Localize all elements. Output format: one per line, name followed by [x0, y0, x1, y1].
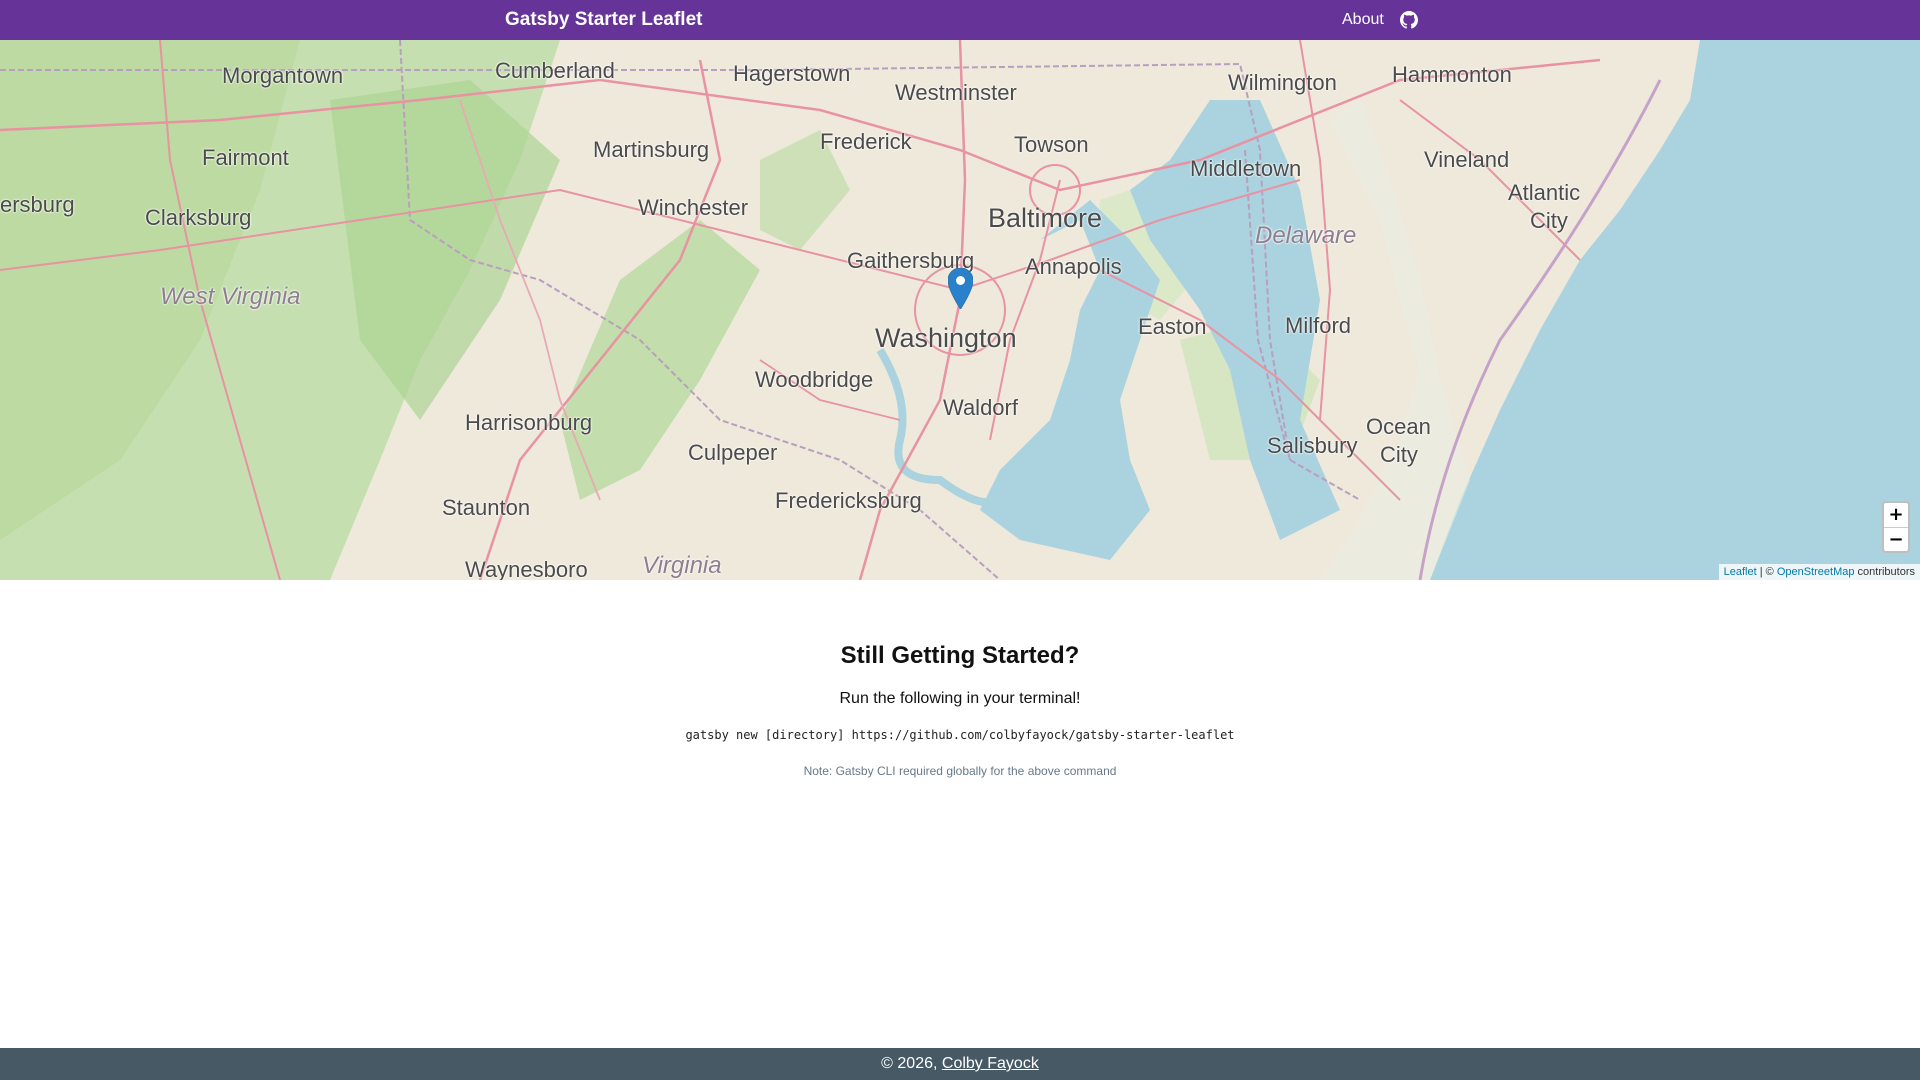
map-label: Harrisonburg [465, 410, 593, 435]
map-label: Waynesboro [465, 557, 588, 580]
map-label: Middletown [1190, 156, 1302, 181]
attribution-separator: | © [1756, 566, 1777, 578]
map-label: Vineland [1424, 147, 1510, 172]
attribution-suffix: contributors [1854, 566, 1915, 578]
map-label: Woodbridge [755, 367, 874, 392]
site-brand-link[interactable]: Gatsby Starter Leaflet [505, 8, 702, 32]
header-nav: About [1342, 8, 1418, 32]
map-label: Baltimore [988, 203, 1103, 233]
map-label: West Virginia [160, 283, 301, 310]
map-label: Towson [1014, 132, 1089, 157]
leaflet-map[interactable]: Morgantown Cumberland Hagerstown Westmin… [0, 40, 1920, 580]
terminal-command: gatsby new [directory] https://github.co… [685, 728, 1235, 742]
zoom-out-button[interactable]: − [1884, 527, 1908, 551]
map-label: Washington [875, 323, 1017, 353]
map-label: Winchester [638, 195, 749, 220]
map-label: Virginia [642, 552, 722, 579]
map-label: Clarksburg [145, 205, 252, 230]
page-title: Still Getting Started? [840, 642, 1080, 669]
nav-about-link[interactable]: About [1342, 8, 1384, 32]
map-marker-icon[interactable] [948, 268, 973, 309]
map-label: Wilmington [1228, 70, 1337, 95]
map-label: Delaware [1255, 222, 1357, 249]
zoom-in-button[interactable]: + [1884, 503, 1908, 527]
site-header: Gatsby Starter Leaflet About [0, 0, 1920, 40]
map-attribution: Leaflet | © OpenStreetMap contributors [1718, 564, 1920, 580]
map-label: Milford [1285, 313, 1352, 338]
site-footer: © 2026, Colby Fayock [0, 1048, 1920, 1080]
map-label: Annapolis [1025, 254, 1122, 279]
map-label: Fredericksburg [775, 488, 922, 513]
map-label: Martinsburg [593, 137, 710, 162]
map-label: Hammonton [1392, 62, 1512, 87]
map-label: Salisbury [1267, 433, 1358, 458]
osm-link[interactable]: OpenStreetMap [1777, 566, 1855, 578]
copyright-text: © 2026, [881, 1055, 942, 1072]
map-label: Cumberland [495, 58, 615, 83]
leaflet-link[interactable]: Leaflet [1724, 566, 1757, 578]
author-link[interactable]: Colby Fayock [942, 1055, 1039, 1072]
map-label: Fairmont [202, 145, 289, 170]
map-label: Morgantown [222, 63, 344, 88]
note-text: Note: Gatsby CLI required globally for t… [803, 764, 1117, 778]
map-label: Easton [1138, 314, 1207, 339]
map-label: Westminster [895, 80, 1017, 105]
map-label: ersburg [0, 192, 75, 217]
map-label: Culpeper [688, 440, 778, 465]
map-label: Staunton [442, 495, 531, 520]
instructions-text: Run the following in your terminal! [839, 690, 1081, 707]
github-icon[interactable] [1399, 11, 1418, 29]
map-label: Atlantic [1508, 180, 1581, 205]
map-label: City [1380, 442, 1418, 467]
zoom-control: + − [1882, 501, 1910, 553]
map-label: Waldorf [943, 395, 1018, 420]
map-label: Hagerstown [733, 61, 851, 86]
map-label: City [1530, 208, 1568, 233]
map-label: Frederick [820, 129, 912, 154]
map-label: Ocean [1366, 414, 1431, 439]
